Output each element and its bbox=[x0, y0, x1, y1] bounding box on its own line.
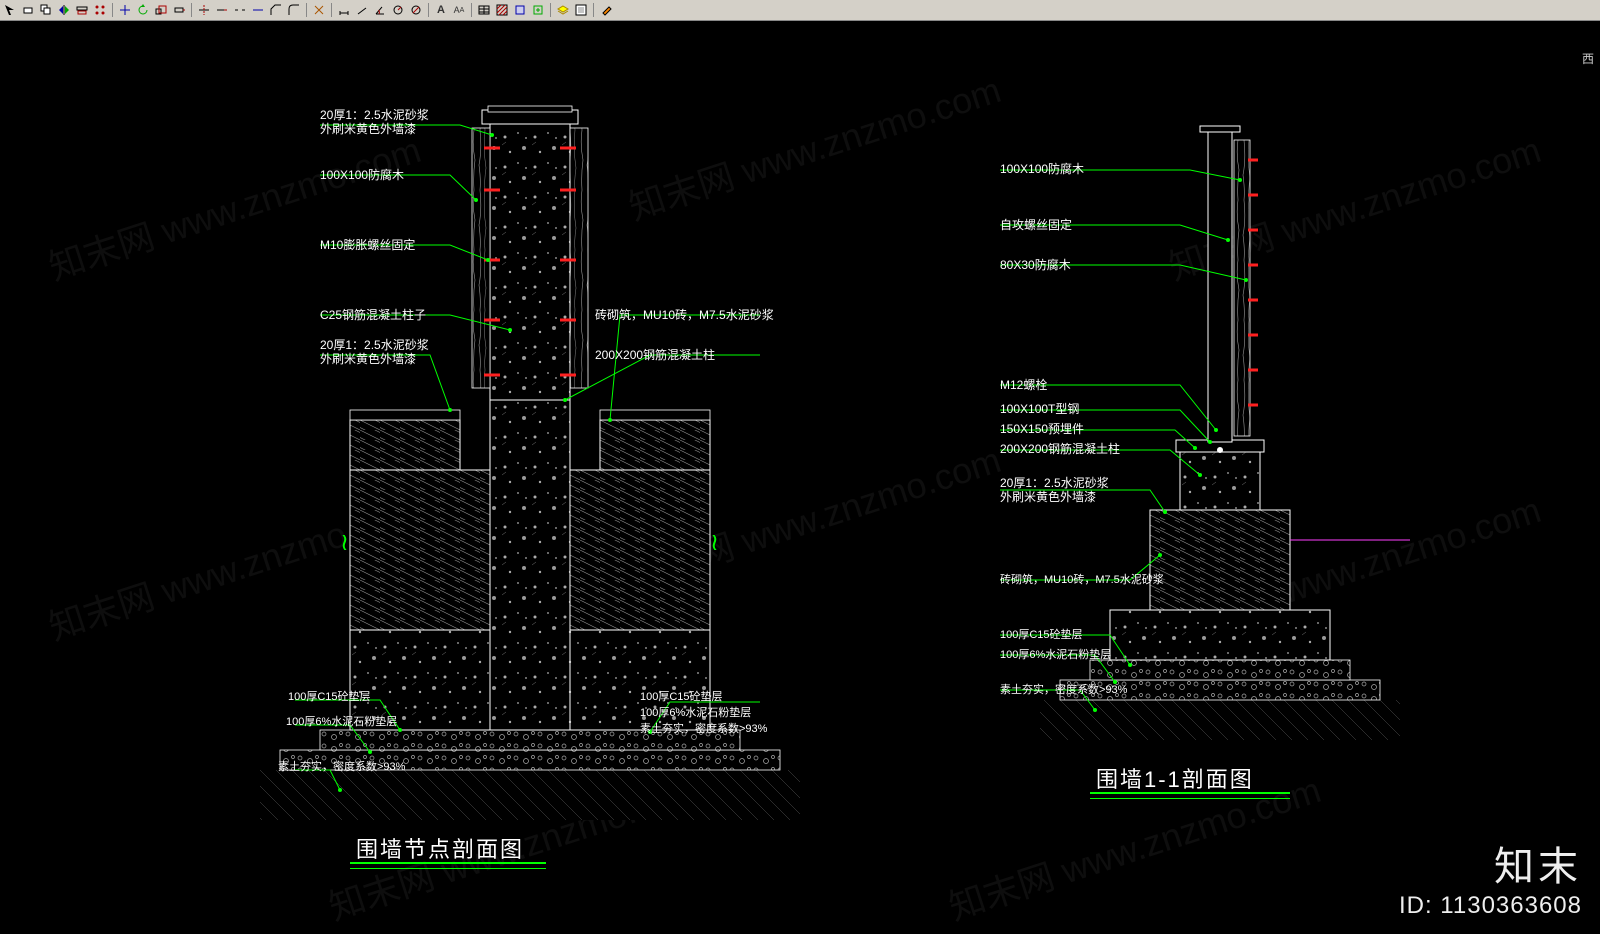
offset-icon[interactable] bbox=[74, 2, 90, 18]
table-icon[interactable] bbox=[476, 2, 492, 18]
left-section-drawing: ≀ ≀ bbox=[200, 70, 960, 850]
dim-radius-icon[interactable] bbox=[390, 2, 406, 18]
join-icon[interactable] bbox=[250, 2, 266, 18]
right-title-underline2 bbox=[1090, 798, 1290, 799]
ann-c15-left: 100厚C15砼垫层 bbox=[288, 690, 371, 704]
left-title: 围墙节点剖面图 bbox=[350, 830, 530, 866]
brand-id: ID: 1130363608 bbox=[1399, 892, 1582, 920]
r-ann-col200: 200X200钢筋混凝土柱 bbox=[1000, 442, 1120, 456]
r-ann-soil: 素土夯实，密度系数>93% bbox=[1000, 683, 1127, 697]
right-title: 围墙1-1剖面图 bbox=[1090, 760, 1260, 796]
ann-soil-left: 素土夯实，密度系数>93% bbox=[278, 760, 405, 774]
layer-icon[interactable] bbox=[555, 2, 571, 18]
brand-logo: 知末 bbox=[1399, 834, 1582, 892]
scale-icon[interactable] bbox=[153, 2, 169, 18]
r-ann-c15: 100厚C15砼垫层 bbox=[1000, 628, 1083, 642]
mirror-icon[interactable] bbox=[56, 2, 72, 18]
ann-c25-column: C25钢筋混凝土柱子 bbox=[320, 308, 426, 322]
dim-linear-icon[interactable] bbox=[336, 2, 352, 18]
left-title-underline bbox=[350, 862, 546, 864]
ann-c15-right: 100厚C15砼垫层 bbox=[640, 690, 723, 704]
mtext-icon[interactable]: AA bbox=[451, 2, 467, 18]
block-icon[interactable] bbox=[512, 2, 528, 18]
dim-diameter-icon[interactable] bbox=[408, 2, 424, 18]
ann-cement-stone-left: 100厚6%水泥石粉垫层 bbox=[286, 715, 397, 729]
status-indicator: 西 bbox=[1582, 50, 1594, 67]
r-ann-cement-stone: 100厚6%水泥石粉垫层 bbox=[1000, 648, 1111, 662]
chamfer-icon[interactable] bbox=[268, 2, 284, 18]
stretch-icon[interactable] bbox=[171, 2, 187, 18]
ann-cement-stone-right: 100厚6%水泥石粉垫层 bbox=[640, 706, 751, 720]
right-title-underline bbox=[1090, 792, 1290, 794]
break-icon[interactable] bbox=[232, 2, 248, 18]
r-ann-wood80: 80X30防腐木 bbox=[1000, 258, 1071, 272]
array-icon[interactable] bbox=[92, 2, 108, 18]
move-icon[interactable] bbox=[117, 2, 133, 18]
explode-icon[interactable] bbox=[311, 2, 327, 18]
hatch-icon[interactable] bbox=[494, 2, 510, 18]
ann-m10-bolt: M10膨胀螺丝固定 bbox=[320, 238, 415, 252]
r-ann-plaster: 20厚1：2.5水泥砂浆 外刷米黄色外墙漆 bbox=[1000, 476, 1109, 504]
drawing-canvas[interactable]: 知末网 www.znzmo.com 知末网 www.znzmo.com 知末网 … bbox=[0, 20, 1600, 934]
left-title-underline2 bbox=[350, 868, 546, 869]
r-ann-screw: 自攻螺丝固定 bbox=[1000, 218, 1072, 232]
arrow-icon[interactable] bbox=[2, 2, 18, 18]
ann-soil-right: 素土夯实，密度系数>93% bbox=[640, 722, 767, 736]
ann-plaster-mid: 20厚1：2.5水泥砂浆 外刷米黄色外墙漆 bbox=[320, 338, 429, 366]
paint-icon[interactable] bbox=[598, 2, 614, 18]
extend-icon[interactable] bbox=[214, 2, 230, 18]
properties-icon[interactable] bbox=[573, 2, 589, 18]
r-ann-wood100: 100X100防腐木 bbox=[1000, 162, 1084, 176]
r-ann-m12: M12螺栓 bbox=[1000, 378, 1047, 392]
r-ann-tsteel: 100X100T型钢 bbox=[1000, 402, 1079, 416]
rotate-icon[interactable] bbox=[135, 2, 151, 18]
brand-block: 知末 ID: 1130363608 bbox=[1399, 834, 1582, 920]
trim-icon[interactable] bbox=[196, 2, 212, 18]
ann-col-right: 200X200钢筋混凝土柱 bbox=[595, 348, 715, 362]
erase-icon[interactable] bbox=[20, 2, 36, 18]
ann-plaster-top: 20厚1：2.5水泥砂浆 外刷米黄色外墙漆 bbox=[320, 108, 429, 136]
cad-toolbar: A AA bbox=[0, 0, 1600, 21]
dim-aligned-icon[interactable] bbox=[354, 2, 370, 18]
ann-brick-right: 砖砌筑，MU10砖，M7.5水泥砂浆 bbox=[595, 308, 774, 322]
text-icon[interactable]: A bbox=[433, 2, 449, 18]
fillet-icon[interactable] bbox=[286, 2, 302, 18]
ann-wood-100: 100X100防腐木 bbox=[320, 168, 404, 182]
svg-text:≀: ≀ bbox=[340, 529, 349, 556]
insert-icon[interactable] bbox=[530, 2, 546, 18]
dim-angular-icon[interactable] bbox=[372, 2, 388, 18]
r-ann-embed: 150X150预埋件 bbox=[1000, 422, 1084, 436]
copy-icon[interactable] bbox=[38, 2, 54, 18]
svg-text:≀: ≀ bbox=[710, 529, 719, 556]
r-ann-brick: 砖砌筑，MU10砖，M7.5水泥砂浆 bbox=[1000, 573, 1164, 587]
